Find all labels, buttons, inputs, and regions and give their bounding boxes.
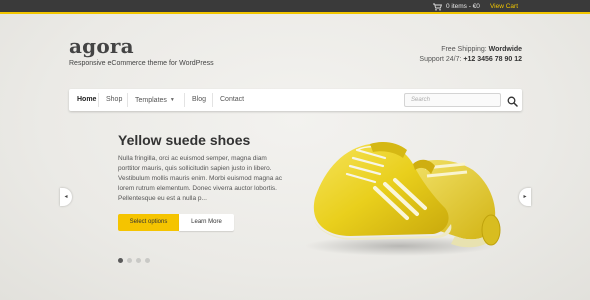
nav-item-contact[interactable]: Contact	[220, 89, 244, 111]
view-cart-link[interactable]: View Cart	[490, 2, 518, 12]
main-navigation: Home Shop Templates ▼ Blog Contact Search	[69, 89, 522, 111]
nav-item-shop[interactable]: Shop	[106, 89, 122, 111]
arrow-left-icon: ◂	[64, 194, 68, 200]
cart-summary-text: 0 items - €0	[445, 3, 480, 10]
header-info: Free Shipping: Wordwide Support 24/7: +1…	[419, 45, 522, 65]
slider-prev-button[interactable]: ◂	[60, 188, 72, 206]
search-icon[interactable]	[507, 94, 518, 107]
slide-description: Nulla fringilla, orci ac euismod semper,…	[118, 155, 283, 202]
slider-dot[interactable]	[145, 258, 150, 263]
support-label: Support 24/7:	[419, 56, 462, 63]
chevron-down-icon: ▼	[169, 97, 175, 103]
cart-summary[interactable]: 0 items - €0 View Cart	[432, 2, 518, 12]
shipping-value: Wordwide	[488, 46, 522, 53]
slider-dot[interactable]	[127, 258, 132, 263]
select-options-button[interactable]: Select options	[118, 214, 179, 231]
search-input[interactable]: Search	[404, 93, 501, 107]
site-tagline: Responsive eCommerce theme for WordPress	[69, 60, 214, 67]
support-value: +12 3456 78 90 12	[463, 56, 522, 63]
slider-dot[interactable]	[136, 258, 141, 263]
product-image-yellow-sneakers	[295, 128, 510, 258]
top-bar: 0 items - €0 View Cart	[0, 0, 590, 14]
shopping-cart-icon	[432, 3, 442, 11]
learn-more-button[interactable]: Learn More	[179, 214, 234, 231]
site-logo[interactable]: agora	[69, 34, 134, 58]
shipping-label: Free Shipping:	[441, 46, 487, 53]
slider-dot[interactable]	[118, 258, 123, 263]
nav-item-blog[interactable]: Blog	[192, 89, 206, 111]
slider-next-button[interactable]: ▸	[519, 188, 531, 206]
nav-divider	[98, 93, 99, 107]
shipping-line: Free Shipping: Wordwide	[419, 45, 522, 55]
nav-divider	[127, 93, 128, 107]
nav-divider	[184, 93, 185, 107]
nav-divider	[212, 93, 213, 107]
nav-item-home[interactable]: Home	[77, 89, 96, 111]
slider-pagination	[118, 258, 150, 263]
nav-item-templates-label: Templates	[135, 97, 167, 104]
arrow-right-icon: ▸	[523, 194, 527, 200]
slide-title: Yellow suede shoes	[118, 132, 251, 148]
support-line: Support 24/7: +12 3456 78 90 12	[419, 55, 522, 65]
nav-item-templates[interactable]: Templates ▼	[135, 89, 175, 111]
